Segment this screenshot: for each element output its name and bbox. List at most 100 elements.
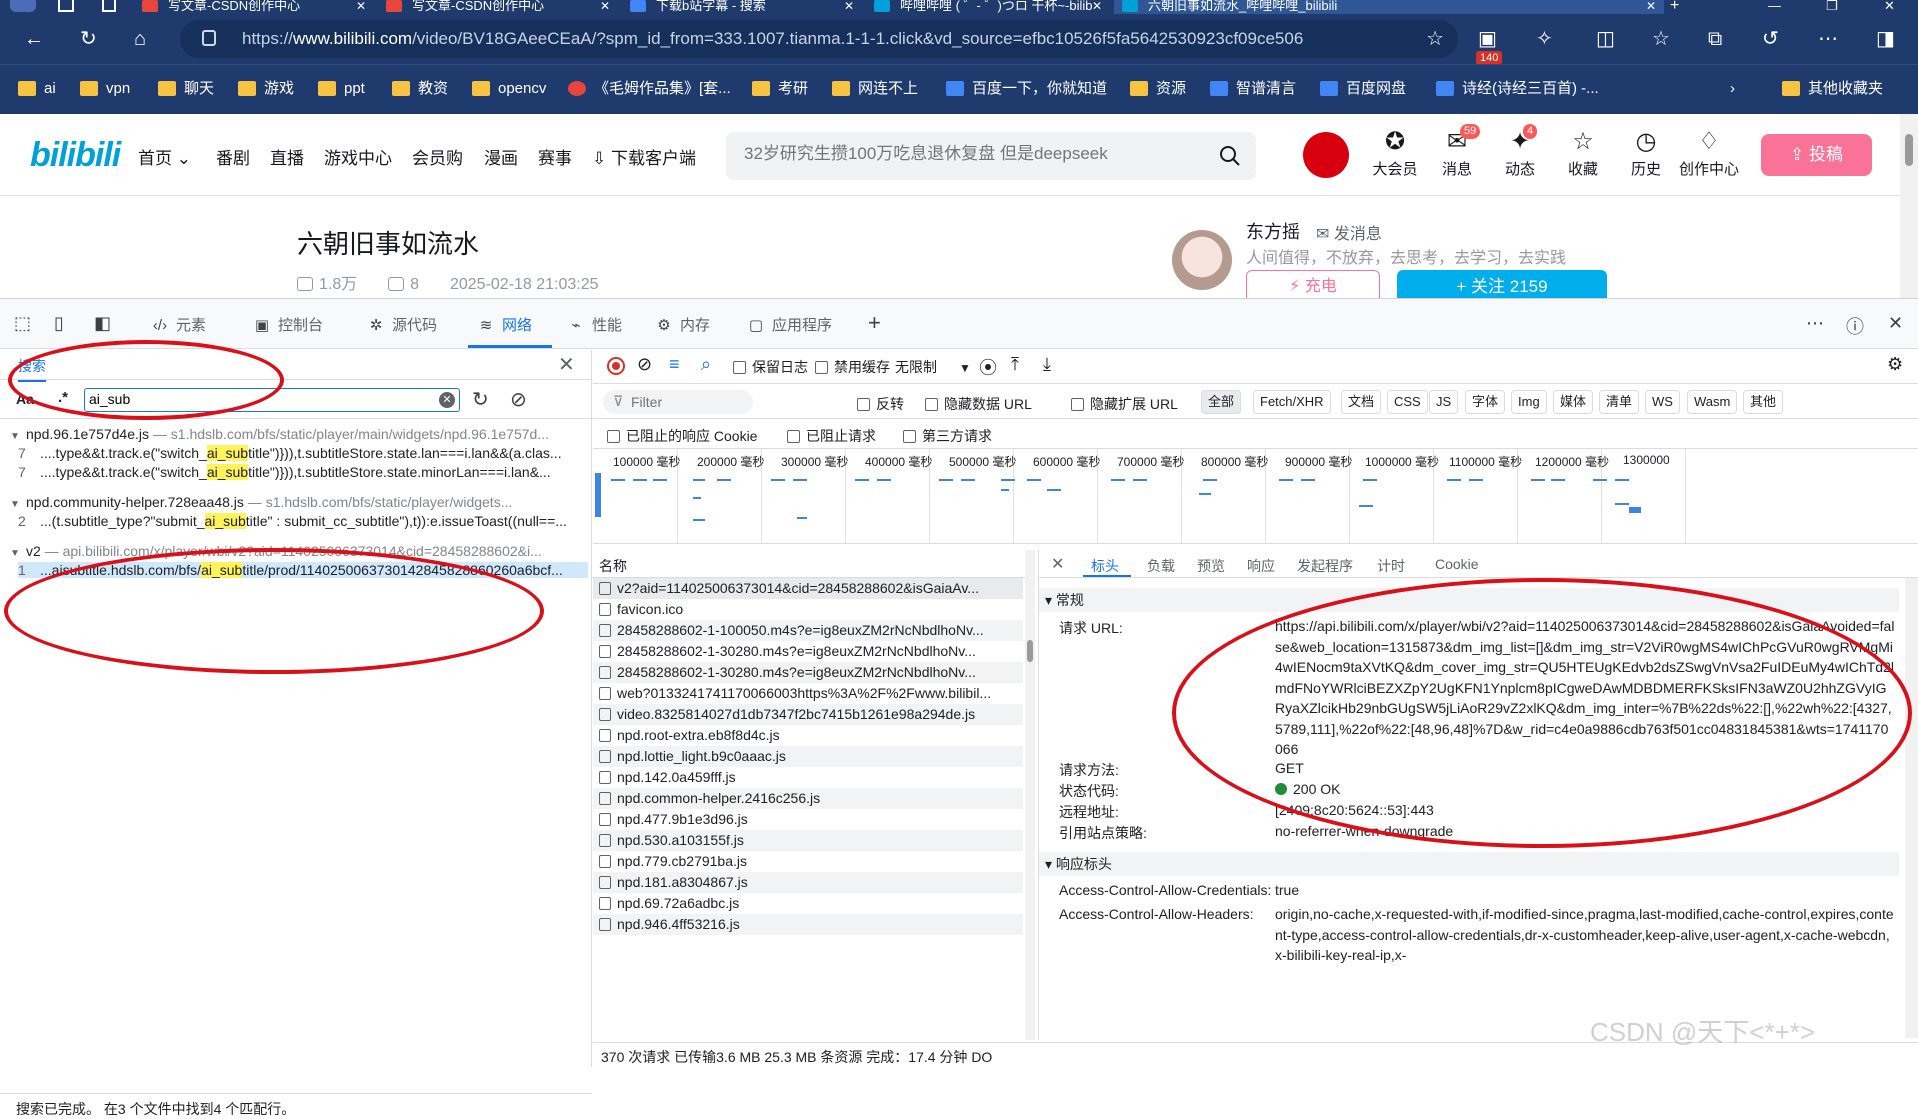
close-devtools-icon[interactable]: ✕ <box>1888 313 1903 334</box>
send-message-link[interactable]: ✉ 发消息 <box>1316 220 1382 244</box>
vertical-tabs-icon[interactable] <box>102 0 116 12</box>
type-filter-ws[interactable]: WS <box>1645 390 1680 414</box>
hide-data-url-checkbox[interactable]: 隐藏数据 URL <box>925 394 1032 414</box>
nav-live[interactable]: 直播 <box>270 144 304 169</box>
user-avatar[interactable] <box>1303 132 1349 178</box>
scrollbar-thumb[interactable] <box>1905 134 1913 166</box>
blocked-requests-checkbox[interactable]: 已阻止请求 <box>787 426 876 446</box>
nav-mall[interactable]: 会员购 <box>412 144 463 169</box>
clear-query-icon[interactable]: ✕ <box>439 392 455 408</box>
detail-tab-response[interactable]: 响应 <box>1247 556 1275 576</box>
search-icon[interactable] <box>1218 144 1242 168</box>
browser-tab[interactable]: 写文章-CSDN创作中心 ✕ <box>134 0 374 14</box>
page-scrollbar[interactable] <box>1900 114 1918 298</box>
bookmark-item[interactable]: opencv <box>472 80 546 98</box>
nav-game-center[interactable]: 游戏中心 <box>324 144 392 169</box>
history-icon[interactable]: ↺ <box>1762 28 1779 50</box>
extensions-puzzle-icon[interactable]: ✧ <box>1536 28 1553 50</box>
expand-triangle-icon[interactable]: ▼ <box>10 499 26 510</box>
header-history[interactable]: ◷ 历史 <box>1621 128 1671 179</box>
third-party-checkbox[interactable]: 第三方请求 <box>903 426 992 446</box>
detail-tab-preview[interactable]: 预览 <box>1197 556 1225 576</box>
request-row[interactable]: web?0133241741170066003https%3A%2F%2Fwww… <box>593 683 1023 704</box>
filter-input[interactable] <box>631 394 743 410</box>
request-row[interactable]: npd.779.cb2791ba.js <box>593 851 1023 872</box>
help-icon[interactable]: ⓘ <box>1846 313 1864 339</box>
detail-tab-timing[interactable]: 计时 <box>1377 556 1405 576</box>
device-toolbar-icon[interactable]: ▯ <box>54 313 64 334</box>
header-message[interactable]: ✉ 59 消息 <box>1432 124 1482 179</box>
request-row[interactable]: npd.477.9b1e3d96.js <box>593 809 1023 830</box>
browser-tab[interactable]: 下载b站字幕 - 搜索 ✕ <box>622 0 862 14</box>
home-icon[interactable]: ⌂ <box>134 28 146 50</box>
import-har-icon[interactable]: ⤒ <box>1011 354 1019 375</box>
column-name-header[interactable]: 名称 <box>599 556 627 576</box>
favorites-icon[interactable]: ☆ <box>1652 28 1670 50</box>
header-creator-center[interactable]: ♢ 创作中心 <box>1674 128 1744 179</box>
bookmark-item[interactable]: 《毛姆作品集》[套... <box>568 80 731 98</box>
detail-tab-cookie[interactable]: Cookie <box>1435 556 1479 572</box>
reload-icon[interactable]: ↻ <box>80 28 97 50</box>
request-row[interactable]: 28458288602-1-30280.m4s?e=ig8euxZM2rNcNb… <box>593 641 1023 662</box>
request-row[interactable]: npd.lottie_light.b9c0aaac.js <box>593 746 1023 767</box>
request-row[interactable]: video.8325814027d1db7347f2bc7415b1261e98… <box>593 704 1023 725</box>
header-favorites[interactable]: ☆ 收藏 <box>1558 128 1608 179</box>
up-avatar[interactable] <box>1172 230 1232 290</box>
extension-icon[interactable]: ▣ <box>1478 28 1497 50</box>
throttling-select[interactable]: 无限制 ▼ <box>895 357 971 377</box>
tab-sources[interactable]: ✲ 源代码 <box>366 314 437 335</box>
up-name[interactable]: 东方摇 <box>1246 218 1300 244</box>
type-filter-fetch[interactable]: Fetch/XHR <box>1253 390 1331 414</box>
expand-triangle-icon[interactable]: ▼ <box>10 548 26 559</box>
minimize-icon[interactable]: — <box>1768 0 1781 12</box>
detail-tab-payload[interactable]: 负载 <box>1147 556 1175 576</box>
sidebar-icon[interactable]: ◨ <box>1876 28 1895 50</box>
bookmark-item[interactable]: 教资 <box>392 80 448 98</box>
bookmark-item[interactable]: 聊天 <box>158 80 214 98</box>
close-icon[interactable]: ✕ <box>1092 0 1102 12</box>
scrollbar-thumb[interactable] <box>1027 640 1033 662</box>
browser-tab[interactable]: 写文章-CSDN创作中心 ✕ <box>378 0 618 14</box>
clear-icon[interactable]: ⊘ <box>637 354 652 375</box>
inspect-element-icon[interactable]: ⬚ <box>14 313 31 334</box>
back-icon[interactable]: ← <box>24 28 44 50</box>
favorite-star-icon[interactable]: ☆ <box>1426 26 1444 51</box>
request-row[interactable]: npd.root-extra.eb8f8d4c.js <box>593 725 1023 746</box>
detail-scrollbar[interactable] <box>1905 578 1918 1038</box>
regex-toggle[interactable]: .* <box>58 389 68 406</box>
type-filter-all[interactable]: 全部 <box>1201 390 1242 414</box>
tab-memory[interactable]: ⚙ 内存 <box>654 314 710 335</box>
upload-button[interactable]: ⇪ 投稿 <box>1761 134 1872 176</box>
collections-icon[interactable]: ⧉ <box>1708 28 1722 50</box>
hide-ext-url-checkbox[interactable]: 隐藏扩展 URL <box>1071 394 1178 414</box>
bookmark-item[interactable]: vpn <box>80 80 130 98</box>
request-row[interactable]: 28458288602-1-30280.m4s?e=ig8euxZM2rNcNb… <box>593 662 1023 683</box>
search-icon[interactable]: ⌕ <box>701 354 711 375</box>
blocked-cookies-checkbox[interactable]: 已阻止的响应 Cookie <box>607 426 757 446</box>
close-icon[interactable]: ✕ <box>356 0 366 12</box>
type-filter-manifest[interactable]: 清单 <box>1599 390 1640 414</box>
type-filter-other[interactable]: 其他 <box>1743 390 1784 414</box>
close-icon[interactable]: ✕ <box>1646 0 1656 12</box>
tab-elements[interactable]: ‹/› 元素 <box>150 314 206 335</box>
nav-home[interactable]: 首页 ⌄ <box>138 144 191 169</box>
record-icon[interactable] <box>607 357 625 375</box>
type-filter-js[interactable]: JS <box>1429 390 1459 414</box>
nav-download-client[interactable]: ⇩ 下载客户端 <box>592 144 696 169</box>
bookmark-item[interactable]: 诗经(诗经三百首) -... <box>1436 80 1599 98</box>
type-filter-font[interactable]: 字体 <box>1465 390 1506 414</box>
tab-actions-icon[interactable] <box>58 0 74 12</box>
refresh-icon[interactable]: ↻ <box>472 387 489 412</box>
tab-network[interactable]: ≋ 网络 <box>476 314 532 335</box>
close-icon[interactable]: ✕ <box>600 0 610 12</box>
invert-checkbox[interactable]: 反转 <box>857 394 904 414</box>
tab-application[interactable]: ▢ 应用程序 <box>746 314 832 335</box>
header-big-member[interactable]: ✪ 大会员 <box>1370 128 1420 179</box>
close-detail-icon[interactable]: ✕ <box>1051 554 1064 574</box>
request-row[interactable]: npd.946.4ff53216.js <box>593 914 1023 935</box>
restore-icon[interactable]: ❐ <box>1826 0 1838 12</box>
tab-console[interactable]: ▣ 控制台 <box>252 314 323 335</box>
bookmarks-overflow-icon[interactable]: › <box>1730 80 1735 98</box>
request-row[interactable]: v2?aid=114025006373014&cid=28458288602&i… <box>593 578 1023 599</box>
result-file[interactable]: ▼ npd.96.1e757d4e.js — s1.hdslb.com/bfs/s… <box>10 426 588 442</box>
